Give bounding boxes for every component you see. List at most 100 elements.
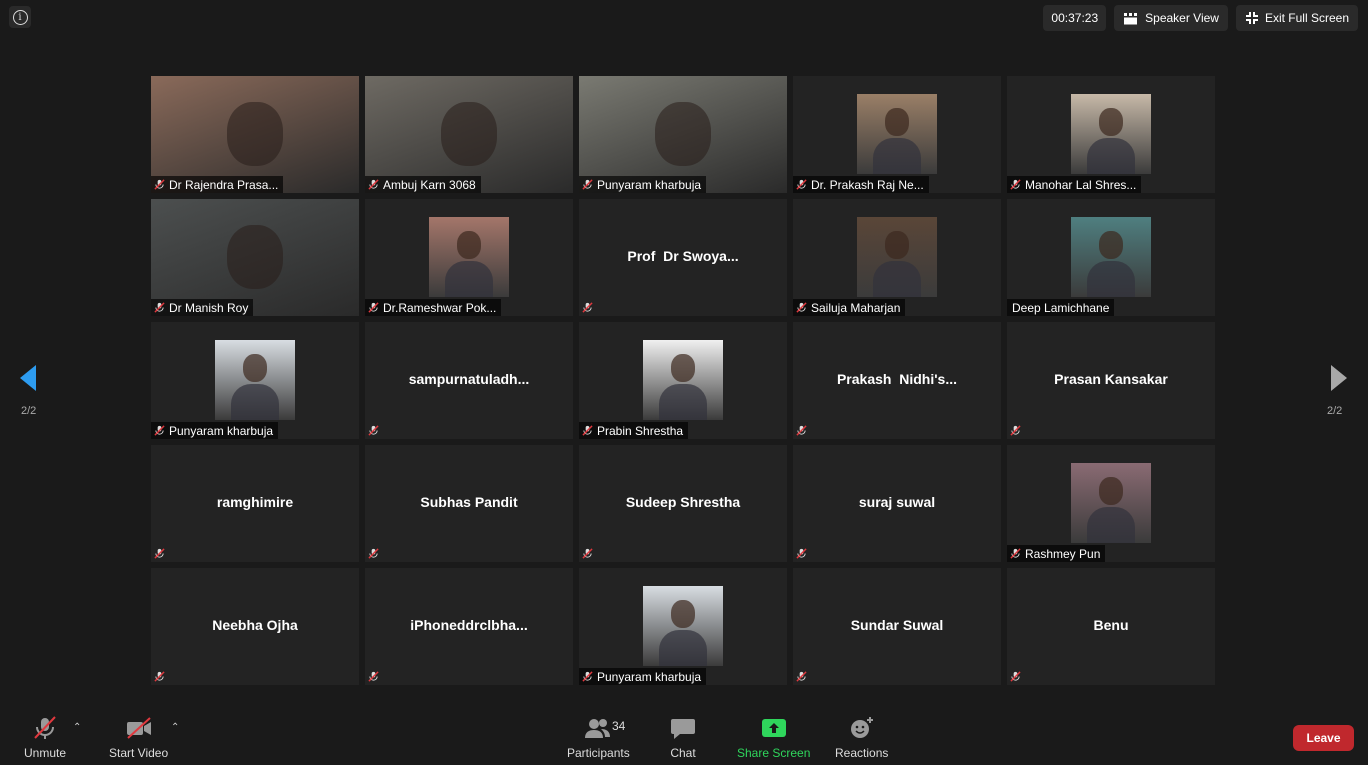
camera-off-icon	[126, 717, 151, 739]
participant-name-tag	[793, 422, 812, 439]
participant-name-tag: Dr. Prakash Raj Ne...	[793, 176, 929, 193]
participant-tile[interactable]: Neebha Ojha	[151, 568, 359, 685]
participant-tile[interactable]: Sailuja Maharjan	[793, 199, 1001, 316]
participant-name-tag: Dr.Rameshwar Pok...	[365, 299, 502, 316]
profile-photo	[429, 217, 509, 297]
participant-display-name: iPhoneddrclbha...	[410, 617, 528, 633]
participant-name-tag	[793, 668, 812, 685]
meeting-info-button[interactable]: i	[9, 6, 31, 28]
participant-display-name: Prakash Nidhi's...	[836, 371, 958, 387]
participant-tile[interactable]: Deep Lamichhane	[1007, 199, 1215, 316]
participant-tile[interactable]: Punyaram kharbuja	[579, 568, 787, 685]
muted-mic-icon	[368, 548, 379, 559]
next-page-arrow-icon[interactable]	[1330, 363, 1348, 393]
leave-label: Leave	[1306, 731, 1341, 745]
muted-mic-icon	[368, 425, 379, 436]
start-video-button[interactable]: Start Video	[109, 716, 168, 760]
participant-tile[interactable]: Prof Dr Swoya...	[579, 199, 787, 316]
participant-display-name: Benu	[1093, 617, 1129, 633]
leave-button[interactable]: Leave	[1293, 725, 1354, 751]
chat-label: Chat	[670, 746, 696, 760]
participant-tile[interactable]: Prakash Nidhi's...	[793, 322, 1001, 439]
participant-tile[interactable]: iPhoneddrclbha...	[365, 568, 573, 685]
participant-name: Manohar Lal Shres...	[1025, 177, 1137, 192]
profile-photo	[643, 586, 723, 666]
participant-tile[interactable]: Prabin Shrestha	[579, 322, 787, 439]
participant-tile[interactable]: Prasan Kansakar	[1007, 322, 1215, 439]
participant-tile[interactable]: sampurnatuladh...	[365, 322, 573, 439]
speaker-view-button[interactable]: Speaker View	[1114, 5, 1228, 31]
muted-mic-icon	[154, 425, 165, 436]
participant-name-tag: Punyaram kharbuja	[579, 668, 707, 685]
reactions-icon	[850, 717, 873, 738]
muted-mic-icon	[368, 179, 379, 190]
profile-photo	[857, 94, 937, 174]
info-icon: i	[12, 9, 28, 25]
share-screen-label: Share Screen	[737, 746, 811, 760]
speaker-view-label: Speaker View	[1145, 11, 1219, 25]
participant-tile[interactable]: Punyaram kharbuja	[151, 322, 359, 439]
participant-name-tag: Deep Lamichhane	[1007, 299, 1115, 316]
participant-display-name: sampurnatuladh...	[408, 371, 530, 387]
audio-options-chevron-icon[interactable]: ⌃	[73, 722, 81, 733]
top-controls: 00:37:23 Speaker View Exit Full Screen	[1043, 5, 1358, 31]
chat-button[interactable]: Chat	[670, 716, 696, 760]
muted-mic-icon	[1010, 548, 1021, 559]
participant-tile[interactable]: Benu	[1007, 568, 1215, 685]
start-video-label: Start Video	[109, 746, 169, 760]
participant-name-tag	[365, 545, 384, 562]
muted-mic-icon	[154, 548, 165, 559]
participant-name: Dr Rajendra Prasa...	[169, 177, 279, 192]
participant-name-tag: Prabin Shrestha	[579, 422, 689, 439]
participant-tile[interactable]: Manohar Lal Shres...	[1007, 76, 1215, 193]
previous-page-arrow-icon[interactable]	[19, 363, 37, 393]
participant-name-tag: Sailuja Maharjan	[793, 299, 906, 316]
participant-tile[interactable]: suraj suwal	[793, 445, 1001, 562]
participant-tile[interactable]: Dr. Prakash Raj Ne...	[793, 76, 1001, 193]
participant-display-name: Neebha Ojha	[212, 617, 298, 633]
profile-photo	[215, 340, 295, 420]
participant-name-tag: Dr Manish Roy	[151, 299, 254, 316]
gallery-grid: Dr Rajendra Prasa... Ambuj Karn 3068 Punya…	[151, 76, 1215, 685]
share-screen-icon	[761, 719, 786, 737]
muted-mic-icon	[154, 179, 165, 190]
participant-name-tag: Punyaram kharbuja	[579, 176, 707, 193]
reactions-label: Reactions	[835, 746, 889, 760]
participant-tile[interactable]: Sudeep Shrestha	[579, 445, 787, 562]
reactions-button[interactable]: Reactions	[835, 716, 888, 760]
participant-name-tag	[579, 299, 598, 316]
participant-name-tag	[151, 545, 170, 562]
participant-display-name: Sundar Suwal	[850, 617, 944, 633]
participant-name: Dr Manish Roy	[169, 300, 249, 315]
muted-mic-icon	[796, 671, 807, 682]
participant-tile[interactable]: Rashmey Pun	[1007, 445, 1215, 562]
participant-display-name: Prasan Kansakar	[1054, 371, 1168, 387]
participant-name-tag: Ambuj Karn 3068	[365, 176, 481, 193]
participant-name: Prabin Shrestha	[597, 423, 684, 438]
muted-mic-icon	[1010, 425, 1021, 436]
participant-name-tag: Rashmey Pun	[1007, 545, 1106, 562]
muted-mic-icon	[796, 302, 807, 313]
participant-name: Punyaram kharbuja	[169, 423, 274, 438]
participant-name: Punyaram kharbuja	[597, 669, 702, 684]
participant-name-tag: Dr Rajendra Prasa...	[151, 176, 284, 193]
participant-display-name: ramghimire	[216, 494, 294, 510]
participant-tile[interactable]: Dr Manish Roy	[151, 199, 359, 316]
participant-tile[interactable]: Subhas Pandit	[365, 445, 573, 562]
participant-name-tag	[365, 422, 384, 439]
unmute-button[interactable]: Unmute	[24, 716, 66, 760]
participant-name-tag	[151, 668, 170, 685]
participant-tile[interactable]: Ambuj Karn 3068	[365, 76, 573, 193]
participant-tile[interactable]: Punyaram kharbuja	[579, 76, 787, 193]
participant-tile[interactable]: Dr Rajendra Prasa...	[151, 76, 359, 193]
share-screen-button[interactable]: Share Screen	[737, 716, 810, 760]
participant-tile[interactable]: ramghimire	[151, 445, 359, 562]
video-options-chevron-icon[interactable]: ⌃	[171, 722, 179, 733]
exit-full-screen-icon	[1245, 12, 1258, 24]
participant-tile[interactable]: Sundar Suwal	[793, 568, 1001, 685]
participant-name: Dr.Rameshwar Pok...	[383, 300, 497, 315]
participant-display-name: Sudeep Shrestha	[625, 494, 741, 510]
exit-full-screen-button[interactable]: Exit Full Screen	[1235, 5, 1358, 31]
participant-tile[interactable]: Dr.Rameshwar Pok...	[365, 199, 573, 316]
muted-mic-icon	[582, 671, 593, 682]
